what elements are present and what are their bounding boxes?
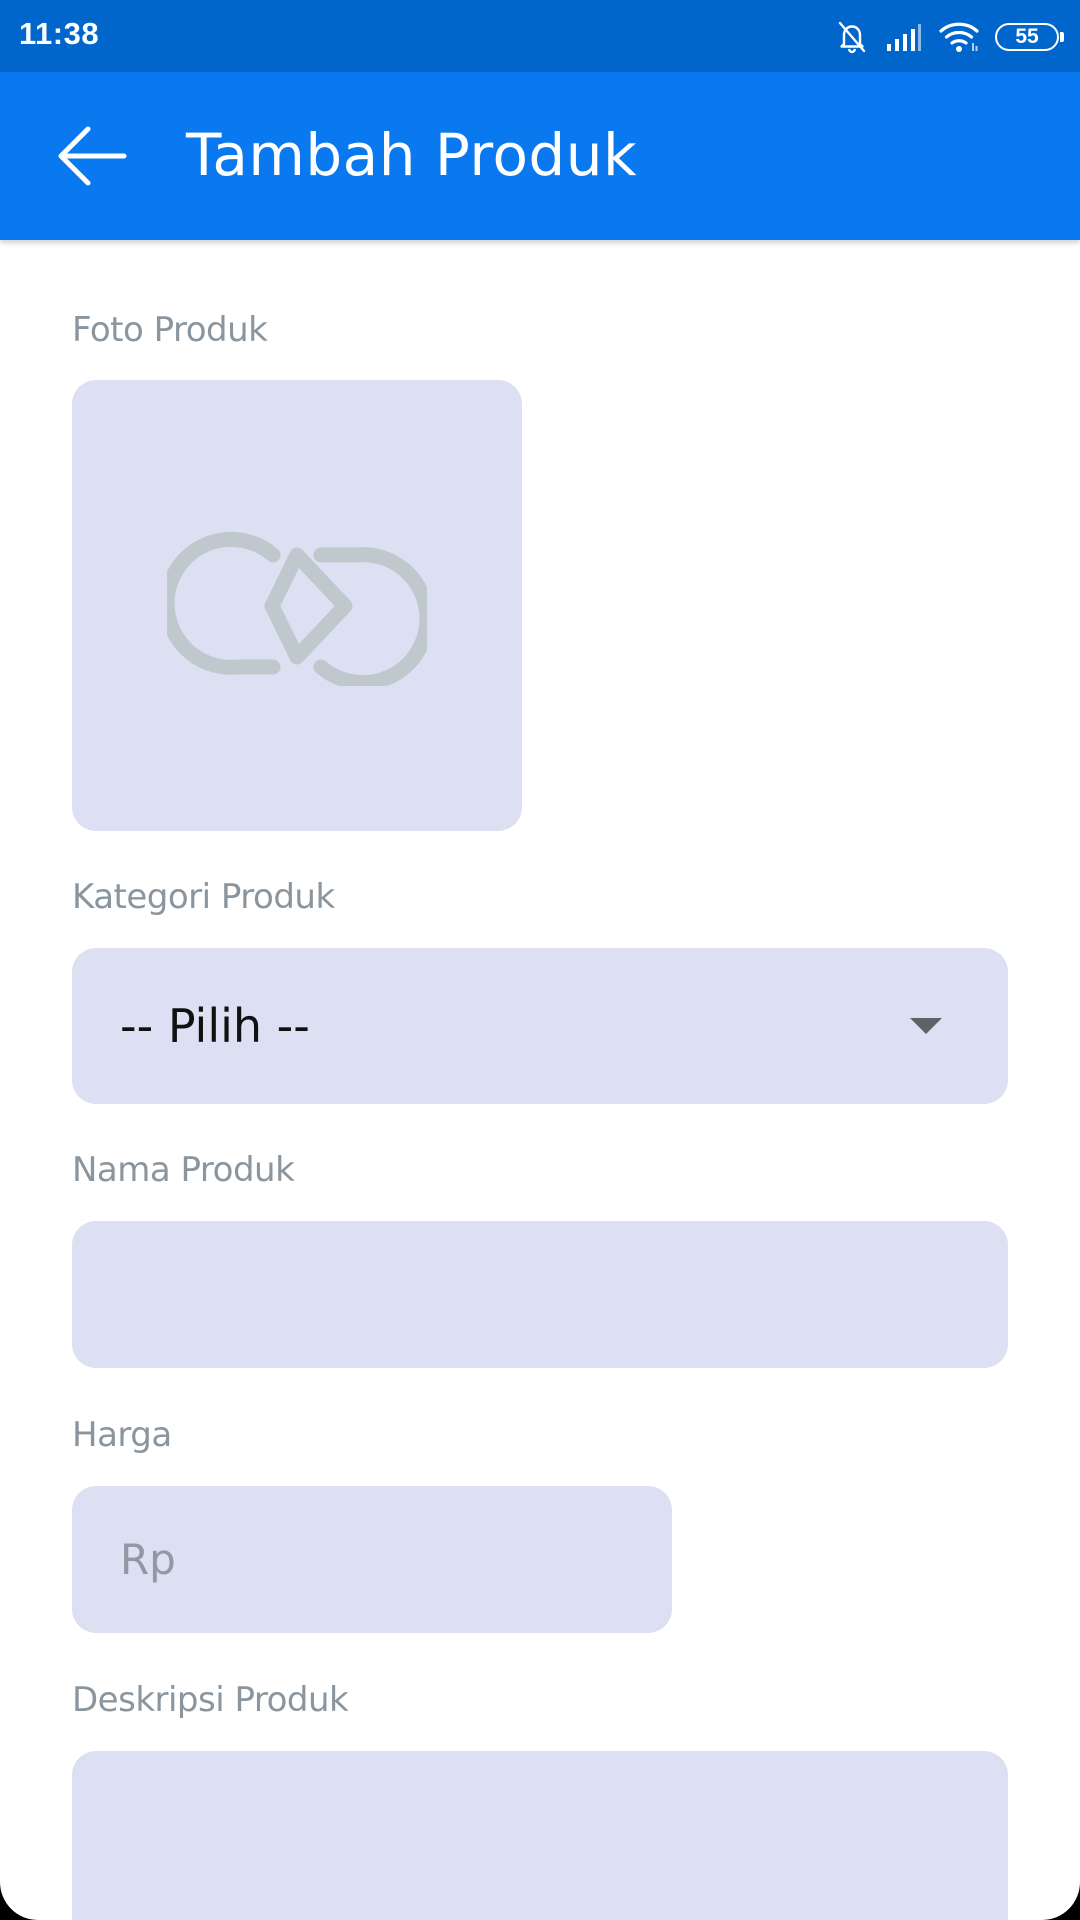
battery-level: 55 — [995, 23, 1059, 51]
price-label: Harga — [72, 1415, 172, 1455]
name-label: Nama Produk — [72, 1150, 295, 1190]
battery-tip — [1060, 32, 1064, 42]
back-button[interactable] — [46, 116, 142, 196]
app-bar: Tambah Produk — [0, 72, 1080, 240]
product-logo-placeholder-icon — [167, 531, 427, 686]
product-photo-picker[interactable] — [72, 380, 522, 831]
photo-label: Foto Produk — [72, 310, 268, 350]
arrow-left-icon — [58, 126, 127, 186]
wifi-icon — [939, 21, 979, 53]
bell-muted-icon — [835, 20, 869, 54]
category-select[interactable]: -- Pilih -- — [72, 948, 1008, 1104]
description-label: Deskripsi Produk — [72, 1680, 349, 1720]
signal-icon — [885, 22, 923, 52]
price-input[interactable] — [72, 1486, 672, 1633]
category-label: Kategori Produk — [72, 877, 335, 917]
screen: 11:38 55 Tambah Produk Foto Produk Kateg… — [0, 0, 1080, 1920]
status-time: 11:38 — [19, 16, 100, 51]
product-name-input[interactable] — [72, 1221, 1008, 1368]
description-input[interactable] — [72, 1751, 1008, 1920]
status-icons: 55 — [819, 18, 1064, 56]
category-selected-value: -- Pilih -- — [120, 999, 310, 1053]
status-bar: 11:38 55 — [0, 0, 1080, 72]
battery-icon: 55 — [995, 23, 1064, 51]
page-title: Tambah Produk — [186, 121, 638, 189]
caret-down-icon — [910, 1018, 942, 1034]
